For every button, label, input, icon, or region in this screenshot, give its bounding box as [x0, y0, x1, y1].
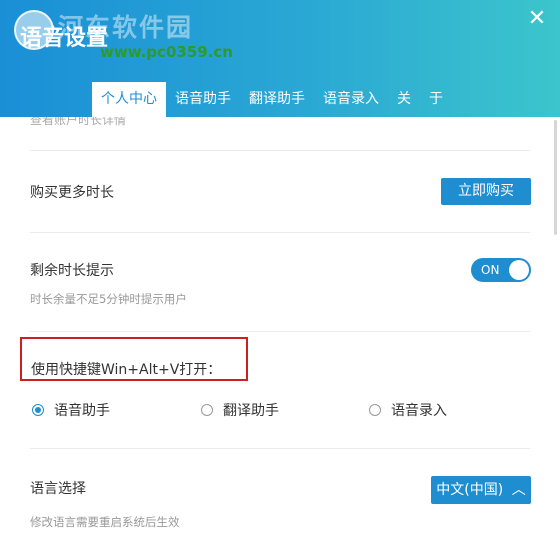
divider — [30, 448, 530, 449]
window-title: 语音设置 — [20, 26, 109, 51]
shortcut-label: 使用快捷键Win+Alt+V打开： — [31, 362, 222, 378]
remaining-reminder-description: 时长余量不足5分钟时提示用户 — [30, 292, 187, 306]
chevron-up-icon: ︿ — [511, 482, 526, 498]
radio-unchecked-icon — [369, 404, 381, 416]
radio-unchecked-icon — [201, 404, 213, 416]
watermark-url: www.pc0359.cn — [100, 43, 233, 61]
toggle-state-label: ON — [481, 263, 500, 277]
close-icon[interactable]: ✕ — [526, 8, 548, 30]
scrollbar[interactable] — [554, 120, 557, 235]
radio-label: 翻译助手 — [223, 403, 279, 419]
language-description: 修改语言需要重启系统后生效 — [30, 515, 180, 529]
tab-bar: 个人中心 语音助手 翻译助手 语音录入 关 于 — [92, 82, 452, 117]
shortcut-option-voice-assistant[interactable]: 语音助手 — [32, 400, 110, 420]
remaining-reminder-toggle[interactable]: ON — [471, 258, 531, 282]
radio-label: 语音助手 — [54, 403, 110, 419]
divider — [30, 150, 530, 151]
tab-about-part1[interactable]: 关 — [388, 82, 420, 117]
tab-personal-center[interactable]: 个人中心 — [92, 82, 166, 117]
settings-header: 河东软件园 www.pc0359.cn 语音设置 ✕ 个人中心 语音助手 翻译助… — [0, 0, 560, 117]
language-select[interactable]: 中文(中国) ︿ — [431, 476, 531, 504]
tab-about-part2[interactable]: 于 — [420, 82, 452, 117]
settings-content: 查看账户时长详情 购买更多时长 立即购买 剩余时长提示 ON 时长余量不足5分钟… — [0, 117, 560, 560]
divider — [30, 232, 530, 233]
tab-translation-assistant[interactable]: 翻译助手 — [240, 82, 314, 117]
toggle-knob — [509, 260, 529, 280]
language-select-value: 中文(中国) — [436, 482, 504, 498]
tab-voice-assistant[interactable]: 语音助手 — [166, 82, 240, 117]
account-detail-link[interactable]: 查看账户时长详情 — [30, 117, 126, 128]
divider — [30, 331, 530, 332]
language-label: 语言选择 — [30, 481, 86, 497]
shortcut-option-voice-input[interactable]: 语音录入 — [369, 400, 447, 420]
shortcut-option-translation-assistant[interactable]: 翻译助手 — [201, 400, 279, 420]
radio-checked-icon — [32, 404, 44, 416]
buy-more-label: 购买更多时长 — [30, 185, 114, 201]
radio-label: 语音录入 — [391, 403, 447, 419]
tab-voice-input[interactable]: 语音录入 — [314, 82, 388, 117]
buy-now-button[interactable]: 立即购买 — [441, 178, 531, 205]
remaining-reminder-label: 剩余时长提示 — [30, 263, 114, 279]
